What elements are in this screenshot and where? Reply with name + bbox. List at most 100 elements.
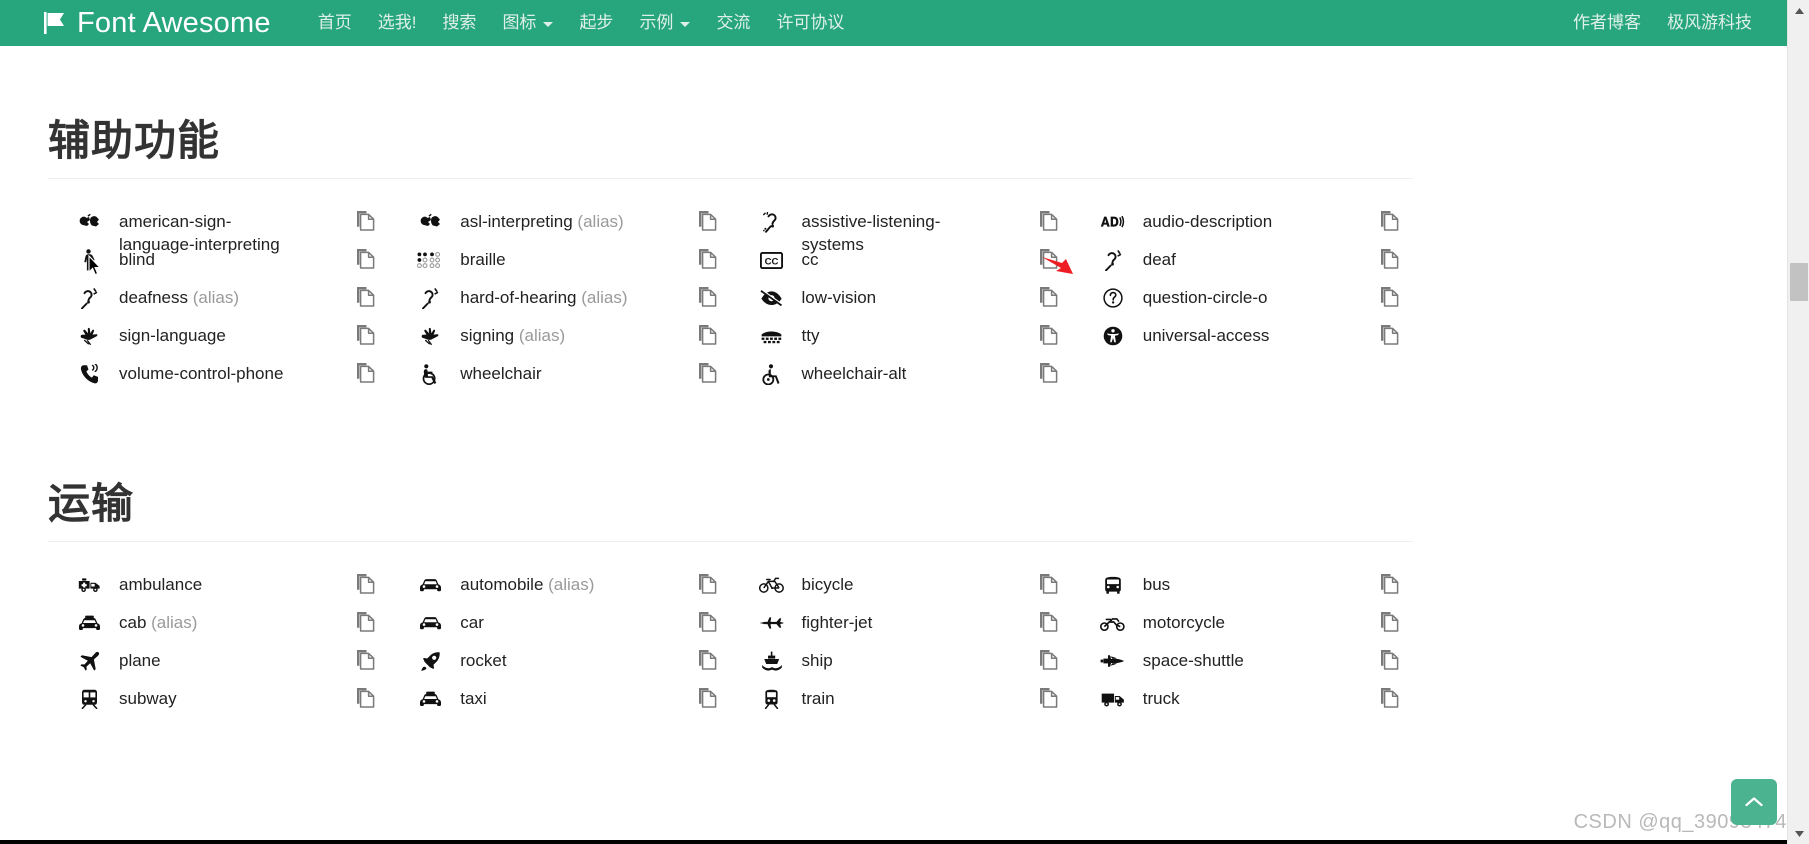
blind-icon [76, 249, 102, 271]
nav-item-community[interactable]: 交流 [703, 0, 763, 46]
copy-icon[interactable] [356, 362, 375, 383]
icon-cell[interactable]: car [389, 611, 730, 649]
icon-cell[interactable]: deaf [1072, 248, 1413, 286]
icon-cell[interactable]: space-shuttle [1072, 649, 1413, 687]
copy-icon[interactable] [698, 362, 717, 383]
nav-item-examples[interactable]: 示例 [626, 0, 703, 46]
section-transport: 运输 ambulance automobile (alias) bicycle bus… [48, 480, 1413, 725]
icon-cell[interactable]: bus [1072, 573, 1413, 611]
icon-cell[interactable]: tty [731, 324, 1072, 362]
icon-cell[interactable]: cab (alias) [48, 611, 389, 649]
icon-cell[interactable]: hard-of-hearing (alias) [389, 286, 730, 324]
icon-cell[interactable]: blind [48, 248, 389, 286]
vertical-scrollbar[interactable] [1787, 0, 1809, 844]
copy-icon[interactable] [1380, 286, 1399, 307]
copy-icon[interactable] [1380, 573, 1399, 594]
taxi-icon [417, 688, 443, 710]
copy-icon[interactable] [1039, 324, 1058, 345]
nav-item-getting-started[interactable]: 起步 [566, 0, 626, 46]
icon-cell[interactable]: train [731, 687, 1072, 725]
icon-name-label: hard-of-hearing (alias) [460, 288, 628, 308]
scroll-up-arrow-icon[interactable] [1788, 0, 1809, 21]
copy-icon[interactable] [1039, 573, 1058, 594]
nav-item-search[interactable]: 搜索 [429, 0, 489, 46]
icon-cell[interactable]: truck [1072, 687, 1413, 725]
icon-cell[interactable]: wheelchair-alt [731, 362, 1072, 400]
copy-icon[interactable] [698, 573, 717, 594]
nav-item-label: 起步 [579, 13, 614, 32]
icon-cell[interactable]: volume-control-phone [48, 362, 389, 400]
icon-cell[interactable]: rocket [389, 649, 730, 687]
copy-icon[interactable] [1039, 248, 1058, 269]
icon-cell[interactable]: fighter-jet [731, 611, 1072, 649]
nav-item-license[interactable]: 许可协议 [763, 0, 857, 46]
copy-icon[interactable] [1039, 687, 1058, 708]
icon-cell[interactable]: american-sign-language-interpreting [48, 210, 389, 254]
copy-icon[interactable] [698, 248, 717, 269]
scrollbar-thumb[interactable] [1790, 263, 1808, 301]
icon-cell[interactable]: sign-language [48, 324, 389, 362]
nav-item-icons[interactable]: 图标 [489, 0, 566, 46]
copy-icon[interactable] [356, 210, 375, 231]
deaf-icon [1100, 249, 1126, 271]
copy-icon[interactable] [698, 649, 717, 670]
copy-icon[interactable] [356, 324, 375, 345]
icon-cell[interactable]: question-circle-o [1072, 286, 1413, 324]
copy-icon[interactable] [356, 286, 375, 307]
icon-cell[interactable]: ship [731, 649, 1072, 687]
icon-cell[interactable]: bicycle [731, 573, 1072, 611]
brand-logo[interactable]: Font Awesome [44, 7, 271, 40]
icon-cell[interactable]: subway [48, 687, 389, 725]
copy-icon[interactable] [1380, 210, 1399, 231]
nav-item-label: 图标 [502, 13, 537, 32]
icon-cell[interactable]: universal-access [1072, 324, 1413, 362]
icon-cell[interactable]: assistive-listening-systems [731, 210, 1072, 254]
copy-icon[interactable] [356, 611, 375, 632]
copy-icon[interactable] [1039, 362, 1058, 383]
copy-icon[interactable] [356, 649, 375, 670]
icon-cell[interactable]: signing (alias) [389, 324, 730, 362]
copy-icon[interactable] [698, 324, 717, 345]
copy-icon[interactable] [698, 210, 717, 231]
window-bottom-edge [0, 840, 1787, 844]
copy-icon[interactable] [1039, 611, 1058, 632]
wheelchair-icon [417, 363, 443, 385]
copy-icon[interactable] [698, 687, 717, 708]
icon-cell[interactable]: braille [389, 248, 730, 286]
copy-icon[interactable] [1039, 286, 1058, 307]
icon-cell[interactable]: plane [48, 649, 389, 687]
copy-icon[interactable] [1380, 324, 1399, 345]
icon-cell[interactable]: wheelchair [389, 362, 730, 400]
icon-cell[interactable]: motorcycle [1072, 611, 1413, 649]
icon-cell[interactable]: asl-interpreting (alias) [389, 210, 730, 248]
icon-cell[interactable]: audio-description [1072, 210, 1413, 248]
icon-cell[interactable]: deafness (alias) [48, 286, 389, 324]
copy-icon[interactable] [1039, 210, 1058, 231]
icon-name-label: volume-control-phone [119, 364, 284, 384]
icon-name-label: deafness (alias) [119, 288, 240, 308]
icon-cell[interactable]: CC cc [731, 248, 1072, 286]
alias-tag: (alias) [151, 613, 198, 633]
icon-name-label: subway [119, 689, 177, 709]
copy-icon[interactable] [1380, 611, 1399, 632]
copy-icon[interactable] [356, 573, 375, 594]
copy-icon[interactable] [356, 248, 375, 269]
icon-cell[interactable]: taxi [389, 687, 730, 725]
copy-icon[interactable] [698, 286, 717, 307]
nav-item-author-blog[interactable]: 作者博客 [1560, 0, 1654, 46]
copy-icon[interactable] [698, 611, 717, 632]
icon-cell[interactable]: ambulance [48, 573, 389, 611]
nav-item-jifengyou-tech[interactable]: 极风游科技 [1654, 0, 1765, 46]
icon-name-label: motorcycle [1142, 613, 1225, 633]
scroll-down-arrow-icon[interactable] [1788, 823, 1809, 844]
icon-cell[interactable]: low-vision [731, 286, 1072, 324]
nav-item-choose-me[interactable]: 选我! [365, 0, 430, 46]
icon-cell[interactable]: automobile (alias) [389, 573, 730, 611]
copy-icon[interactable] [1039, 649, 1058, 670]
nav-item-home[interactable]: 首页 [305, 0, 365, 46]
copy-icon[interactable] [1380, 649, 1399, 670]
back-to-top-button[interactable] [1731, 779, 1777, 825]
copy-icon[interactable] [1380, 687, 1399, 708]
copy-icon[interactable] [356, 687, 375, 708]
copy-icon[interactable] [1380, 248, 1399, 269]
